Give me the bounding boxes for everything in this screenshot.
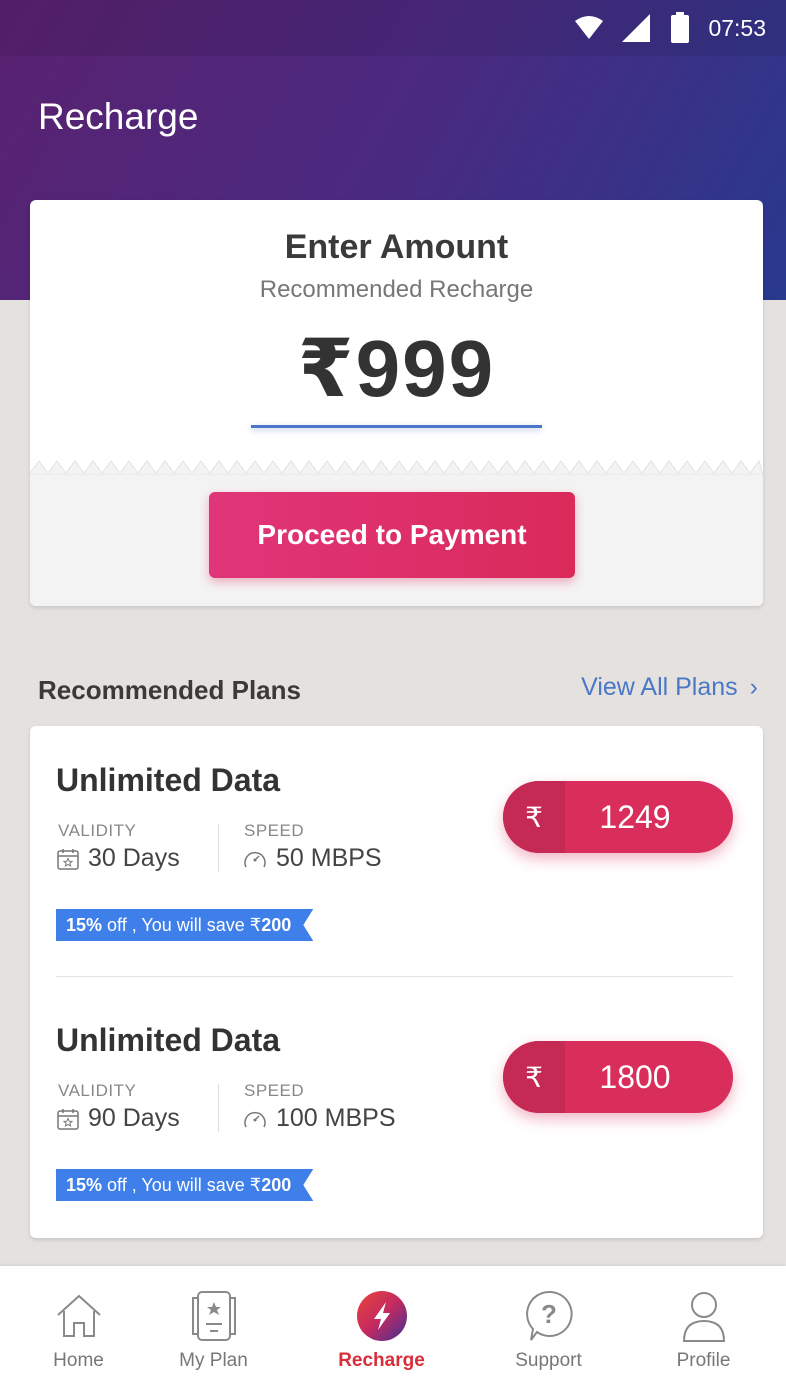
speed-label: SPEED	[244, 1081, 305, 1100]
offer-text: off , You will save ₹	[107, 914, 262, 935]
offer-percent: 15%	[66, 1174, 103, 1195]
plan-card-icon	[191, 1291, 236, 1341]
validity-text: 30 Days	[88, 844, 180, 872]
rupee-symbol: ₹	[503, 1041, 565, 1113]
validity-text: 90 Days	[88, 1104, 180, 1132]
calendar-icon	[57, 848, 79, 870]
plan-name: Unlimited Data	[56, 762, 281, 798]
speed-value: 100 MBPS	[242, 1104, 396, 1133]
plans-card: Unlimited Data VALIDITY 30 Days SPEED 50…	[30, 726, 763, 1238]
section-title: Recommended Plans	[38, 675, 301, 705]
nav-recharge-label: Recharge	[338, 1350, 425, 1371]
offer-percent: 15%	[66, 914, 103, 935]
validity-label: VALIDITY	[58, 821, 137, 840]
price-button[interactable]: ₹ 1800	[503, 1041, 733, 1113]
nav-support-label: Support	[515, 1350, 582, 1371]
wifi-icon	[575, 16, 604, 39]
price-amount: 1800	[599, 1058, 671, 1095]
lightning-icon	[356, 1291, 407, 1341]
nav-home[interactable]: Home	[0, 1266, 157, 1388]
offer-text: off , You will save ₹	[107, 1174, 262, 1195]
rupee-symbol: ₹	[503, 781, 565, 853]
plan-name: Unlimited Data	[56, 1022, 281, 1058]
price-amount: 1249	[599, 798, 671, 835]
nav-home-label: Home	[53, 1350, 104, 1371]
view-all-plans-link[interactable]: View All Plans ›	[581, 673, 758, 702]
offer-save: 200	[261, 1174, 292, 1195]
amount-input[interactable]: ₹999	[30, 322, 763, 415]
nav-recharge[interactable]: Recharge	[303, 1266, 460, 1388]
plan-divider	[218, 1084, 219, 1132]
bottom-nav: Home My Plan Recharge ? Support Profile	[0, 1266, 786, 1388]
help-bubble-icon: ?	[525, 1290, 573, 1341]
card-subtitle: Recommended Recharge	[259, 276, 534, 303]
svg-text:?: ?	[541, 1299, 557, 1329]
page-title: Recharge	[38, 96, 199, 137]
speed-text: 100 MBPS	[276, 1104, 396, 1132]
offer-ribbon: 15% off , You will save ₹ 200	[56, 1169, 313, 1201]
price-button[interactable]: ₹ 1249	[503, 781, 733, 853]
plan-divider	[218, 824, 219, 872]
signal-icon	[622, 14, 651, 42]
person-icon	[682, 1292, 725, 1342]
status-bar: 07:53	[0, 0, 786, 56]
amount-underline	[251, 425, 542, 428]
speed-label: SPEED	[244, 821, 305, 840]
battery-icon	[671, 12, 690, 43]
plan-item[interactable]: Unlimited Data VALIDITY 30 Days SPEED 50…	[30, 726, 763, 977]
nav-my-plan-label: My Plan	[179, 1350, 248, 1371]
offer-ribbon: 15% off , You will save ₹ 200	[56, 909, 313, 941]
nav-my-plan[interactable]: My Plan	[135, 1266, 292, 1388]
offer-save: 200	[261, 914, 292, 935]
view-all-label: View All Plans	[581, 673, 738, 701]
card-title: Enter Amount	[284, 228, 509, 266]
nav-profile-label: Profile	[676, 1350, 731, 1371]
validity-label: VALIDITY	[58, 1081, 137, 1100]
plan-item[interactable]: Unlimited Data VALIDITY 90 Days SPEED 10…	[30, 986, 763, 1236]
validity-value: 90 Days	[56, 1104, 180, 1133]
speed-value: 50 MBPS	[242, 844, 382, 873]
validity-value: 30 Days	[56, 844, 180, 873]
home-icon	[56, 1294, 101, 1337]
calendar-icon	[57, 1108, 79, 1130]
nav-support[interactable]: ? Support	[470, 1266, 627, 1388]
speed-text: 50 MBPS	[276, 844, 382, 872]
plan-separator	[56, 976, 733, 977]
amount-card: Enter Amount Recommended Recharge ₹999 P…	[30, 200, 763, 606]
nav-profile[interactable]: Profile	[625, 1266, 782, 1388]
proceed-to-payment-button[interactable]: Proceed to Payment	[209, 492, 575, 578]
zigzag-divider	[30, 459, 763, 475]
speedometer-icon	[244, 851, 266, 867]
status-time: 07:53	[708, 14, 766, 41]
chevron-right-icon: ›	[749, 673, 758, 701]
speedometer-icon	[244, 1111, 266, 1127]
